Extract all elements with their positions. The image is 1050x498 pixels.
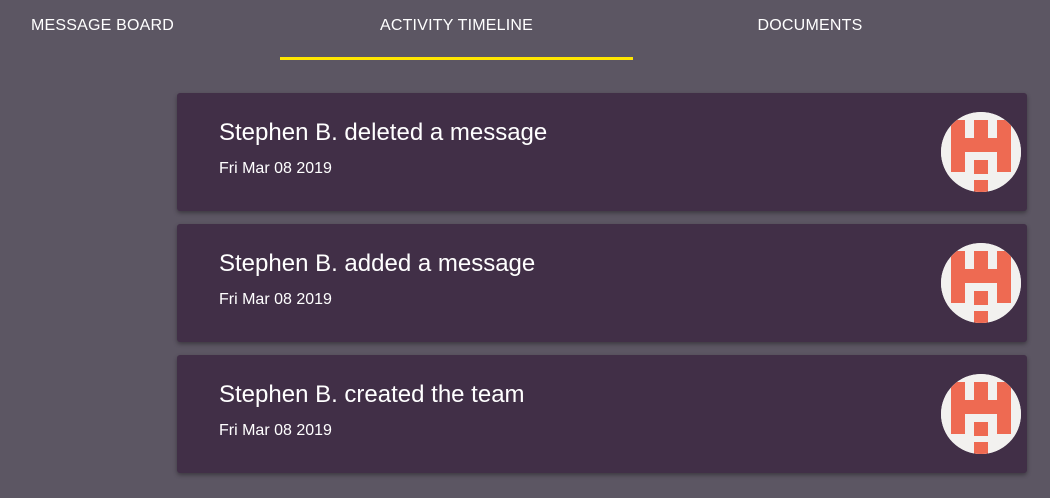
activity-date: Fri Mar 08 2019 <box>219 160 332 177</box>
activity-timeline: Stephen B. deleted a message Fri Mar 08 … <box>177 93 1027 486</box>
user-avatar[interactable] <box>941 374 1021 454</box>
user-avatar[interactable] <box>941 112 1021 192</box>
tab-label: MESSAGE BOARD <box>30 17 175 34</box>
activity-text: Stephen B. added a message <box>219 250 536 277</box>
activity-text: Stephen B. created the team <box>219 381 525 408</box>
tab-label: DOCUMENTS <box>757 17 863 34</box>
tab-activity-timeline[interactable]: ACTIVITY TIMELINE <box>280 0 633 60</box>
identicon-avatar <box>941 374 1021 454</box>
user-avatar[interactable] <box>941 243 1021 323</box>
tab-documents[interactable]: DOCUMENTS <box>700 0 920 60</box>
active-tab-indicator <box>280 57 633 60</box>
activity-text: Stephen B. deleted a message <box>219 119 548 146</box>
activity-date: Fri Mar 08 2019 <box>219 422 332 439</box>
identicon-avatar <box>941 243 1021 323</box>
activity-item: Stephen B. created the team Fri Mar 08 2… <box>177 355 1027 473</box>
tab-bar: MESSAGE BOARD ACTIVITY TIMELINE DOCUMENT… <box>0 0 1050 60</box>
activity-item: Stephen B. added a message Fri Mar 08 20… <box>177 224 1027 342</box>
activity-date: Fri Mar 08 2019 <box>219 291 332 308</box>
tab-message-board[interactable]: MESSAGE BOARD <box>0 0 205 60</box>
tab-label: ACTIVITY TIMELINE <box>379 17 534 34</box>
identicon-avatar <box>941 112 1021 192</box>
activity-item: Stephen B. deleted a message Fri Mar 08 … <box>177 93 1027 211</box>
